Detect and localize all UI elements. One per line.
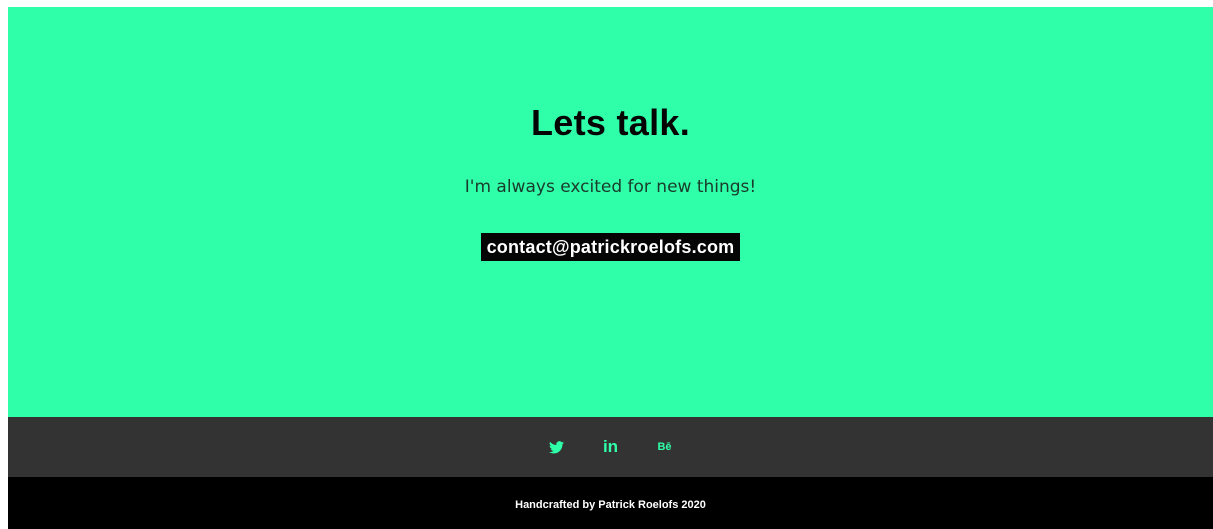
page-title: Lets talk.: [530, 102, 691, 143]
linkedin-icon: in: [602, 437, 619, 456]
footer: Handcrafted by Patrick Roelofs 2020: [8, 477, 1213, 529]
twitter-icon: [549, 440, 564, 453]
contact-subtitle: I'm always excited for new things!: [464, 177, 757, 197]
linkedin-link[interactable]: in: [601, 437, 621, 457]
footer-credit: Handcrafted by Patrick Roelofs 2020: [515, 499, 706, 511]
page: Lets talk. I'm always excited for new th…: [8, 7, 1213, 529]
email-container: contact@patrickroelofs.com: [8, 233, 1213, 261]
twitter-link[interactable]: [547, 437, 567, 457]
email-link[interactable]: contact@patrickroelofs.com: [480, 233, 741, 261]
behance-link[interactable]: Bē: [655, 437, 675, 457]
contact-section: Lets talk. I'm always excited for new th…: [8, 7, 1213, 417]
social-links-bar: in Bē: [8, 417, 1213, 477]
behance-icon: Bē: [657, 441, 672, 453]
